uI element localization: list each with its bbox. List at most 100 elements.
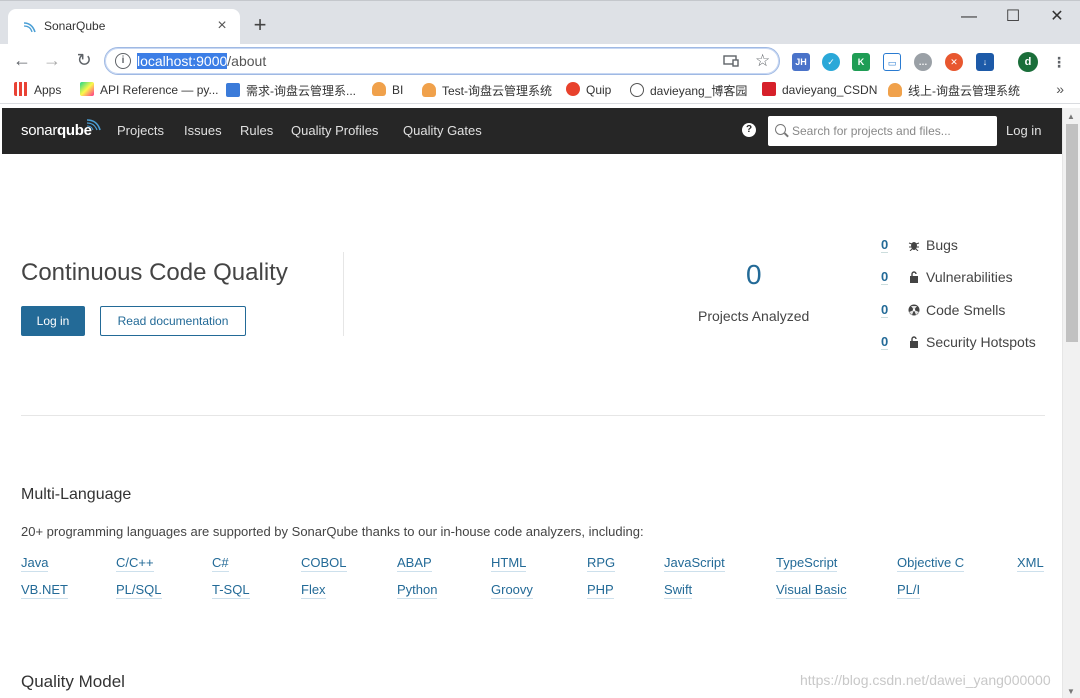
- forward-button[interactable]: →: [40, 48, 64, 72]
- xunpanyun-icon: [226, 83, 240, 97]
- extension-screen-icon[interactable]: ▭: [883, 53, 901, 71]
- sonarqube-navbar: sonarqube Projects Issues Rules Quality …: [2, 108, 1062, 154]
- browser-toolbar: ← → ↻ i localhost:9000/about ☆ JH ✓ K ▭ …: [0, 44, 1080, 76]
- nav-quality-profiles[interactable]: Quality Profiles: [291, 123, 378, 138]
- bookmark-api-reference[interactable]: API Reference — py...: [80, 82, 219, 98]
- bookmark-bi[interactable]: BI: [372, 82, 403, 98]
- language-link[interactable]: COBOL: [301, 555, 347, 572]
- bookmark-quip[interactable]: Quip: [566, 82, 611, 98]
- extension-excel-icon[interactable]: K: [852, 53, 870, 71]
- url-selected: localhost:9000: [137, 53, 228, 69]
- extension-sync-icon[interactable]: ✓: [822, 53, 840, 71]
- lock-icon: [910, 271, 918, 283]
- reload-button[interactable]: ↻: [72, 48, 96, 72]
- vulnerabilities-label: Vulnerabilities: [926, 269, 1013, 285]
- bookmark-cnblogs[interactable]: davieyang_博客园: [630, 82, 747, 98]
- profile-avatar[interactable]: d: [1018, 52, 1038, 72]
- login-button[interactable]: Log in: [21, 306, 85, 336]
- scroll-up-icon[interactable]: ▲: [1067, 112, 1075, 121]
- language-link[interactable]: C#: [212, 555, 229, 572]
- security-hotspots-label: Security Hotspots: [926, 334, 1036, 350]
- code-smells-count[interactable]: 0: [881, 302, 889, 318]
- nav-login-link[interactable]: Log in: [1006, 123, 1041, 138]
- language-link[interactable]: PL/SQL: [116, 582, 162, 599]
- language-link[interactable]: Java: [21, 555, 49, 572]
- cnblogs-icon: [630, 83, 644, 97]
- language-link[interactable]: Python: [397, 582, 438, 599]
- bookmark-csdn[interactable]: davieyang_CSDN: [762, 82, 877, 98]
- language-link[interactable]: PHP: [587, 582, 614, 599]
- bookmarks-overflow-button[interactable]: »: [1056, 81, 1064, 97]
- help-icon[interactable]: ?: [742, 123, 756, 137]
- bookmark-xunpanyun-requirements[interactable]: 需求-询盘云管理系...: [226, 82, 356, 98]
- language-link[interactable]: C/C++: [116, 555, 154, 572]
- cast-icon[interactable]: [723, 55, 739, 67]
- extension-jh-icon[interactable]: JH: [792, 53, 810, 71]
- language-link[interactable]: Visual Basic: [776, 582, 847, 599]
- language-link[interactable]: PL/I: [897, 582, 921, 599]
- bookmark-apps[interactable]: Apps: [14, 82, 61, 98]
- language-link[interactable]: Objective C: [897, 555, 965, 572]
- tab-sonarqube[interactable]: SonarQube ×: [8, 9, 240, 45]
- close-window-button[interactable]: ✕: [1040, 7, 1074, 29]
- bookmark-star-icon[interactable]: ☆: [755, 51, 770, 71]
- extension-ublock-icon[interactable]: ✕: [945, 53, 963, 71]
- language-link[interactable]: TypeScript: [776, 555, 838, 572]
- url-text[interactable]: localhost:9000/about: [137, 53, 266, 69]
- page-title: Continuous Code Quality: [21, 259, 288, 286]
- sonarqube-logo[interactable]: sonarqube: [21, 122, 92, 139]
- bookmark-test-xunpanyun[interactable]: Test-询盘云管理系统: [422, 82, 552, 98]
- language-link[interactable]: HTML: [491, 555, 527, 572]
- bugs-label: Bugs: [926, 237, 958, 253]
- quip-icon: [566, 82, 580, 96]
- site-info-icon[interactable]: i: [115, 53, 131, 69]
- language-link[interactable]: ABAP: [397, 555, 432, 572]
- bookmarks-bar: Apps API Reference — py... 需求-询盘云管理系... …: [0, 76, 1080, 104]
- nav-projects[interactable]: Projects: [117, 123, 164, 138]
- bookmark-online-xunpanyun[interactable]: 线上-询盘云管理系统: [888, 82, 1020, 98]
- search-input[interactable]: [792, 122, 988, 140]
- nav-quality-gates[interactable]: Quality Gates: [403, 123, 482, 138]
- tab-close-icon[interactable]: ×: [214, 16, 230, 36]
- language-link[interactable]: Flex: [301, 582, 326, 599]
- projects-analyzed-count[interactable]: 0: [746, 259, 762, 291]
- language-link[interactable]: JavaScript: [664, 555, 725, 572]
- search-box[interactable]: [768, 116, 997, 146]
- section-divider: [21, 415, 1045, 416]
- csdn-watermark: https://blog.csdn.net/dawei_yang000000: [800, 672, 1051, 688]
- csdn-icon: [762, 82, 776, 96]
- browser-menu-icon[interactable]: ⋮: [1050, 53, 1068, 71]
- bug-icon: [908, 242, 920, 251]
- cloud-icon: [372, 82, 386, 96]
- language-link[interactable]: VB.NET: [21, 582, 68, 599]
- multi-language-title: Multi-Language: [21, 486, 132, 503]
- extension-download-icon[interactable]: ↓: [976, 53, 994, 71]
- maximize-button[interactable]: ☐: [996, 7, 1030, 29]
- read-documentation-button[interactable]: Read documentation: [100, 306, 246, 336]
- quality-model-title: Quality Model: [21, 672, 125, 691]
- code-smells-label: Code Smells: [926, 302, 1006, 318]
- about-page: Continuous Code Quality Log in Read docu…: [2, 154, 1062, 698]
- scroll-thumb[interactable]: [1066, 124, 1078, 342]
- page-scrollbar[interactable]: ▲ ▼: [1062, 108, 1080, 698]
- nav-issues[interactable]: Issues: [184, 123, 222, 138]
- vulnerabilities-count[interactable]: 0: [881, 269, 889, 285]
- multi-language-description: 20+ programming languages are supported …: [21, 524, 644, 539]
- tab-title: SonarQube: [44, 19, 106, 33]
- language-link[interactable]: Swift: [664, 582, 693, 599]
- projects-analyzed-label: Projects Analyzed: [698, 308, 810, 324]
- nav-rules[interactable]: Rules: [240, 123, 273, 138]
- language-link[interactable]: XML: [1017, 555, 1044, 572]
- bugs-count[interactable]: 0: [881, 237, 889, 253]
- address-bar[interactable]: i localhost:9000/about ☆: [104, 47, 780, 75]
- back-button[interactable]: ←: [10, 48, 34, 72]
- language-link[interactable]: Groovy: [491, 582, 533, 599]
- language-link[interactable]: RPG: [587, 555, 616, 572]
- new-tab-button[interactable]: +: [250, 13, 270, 37]
- extension-chat-icon[interactable]: …: [914, 53, 932, 71]
- scroll-down-icon[interactable]: ▼: [1067, 687, 1075, 696]
- security-hotspots-count[interactable]: 0: [881, 334, 889, 350]
- minimize-button[interactable]: —: [952, 7, 986, 29]
- radiation-icon: [908, 304, 920, 316]
- language-link[interactable]: T-SQL: [212, 582, 250, 599]
